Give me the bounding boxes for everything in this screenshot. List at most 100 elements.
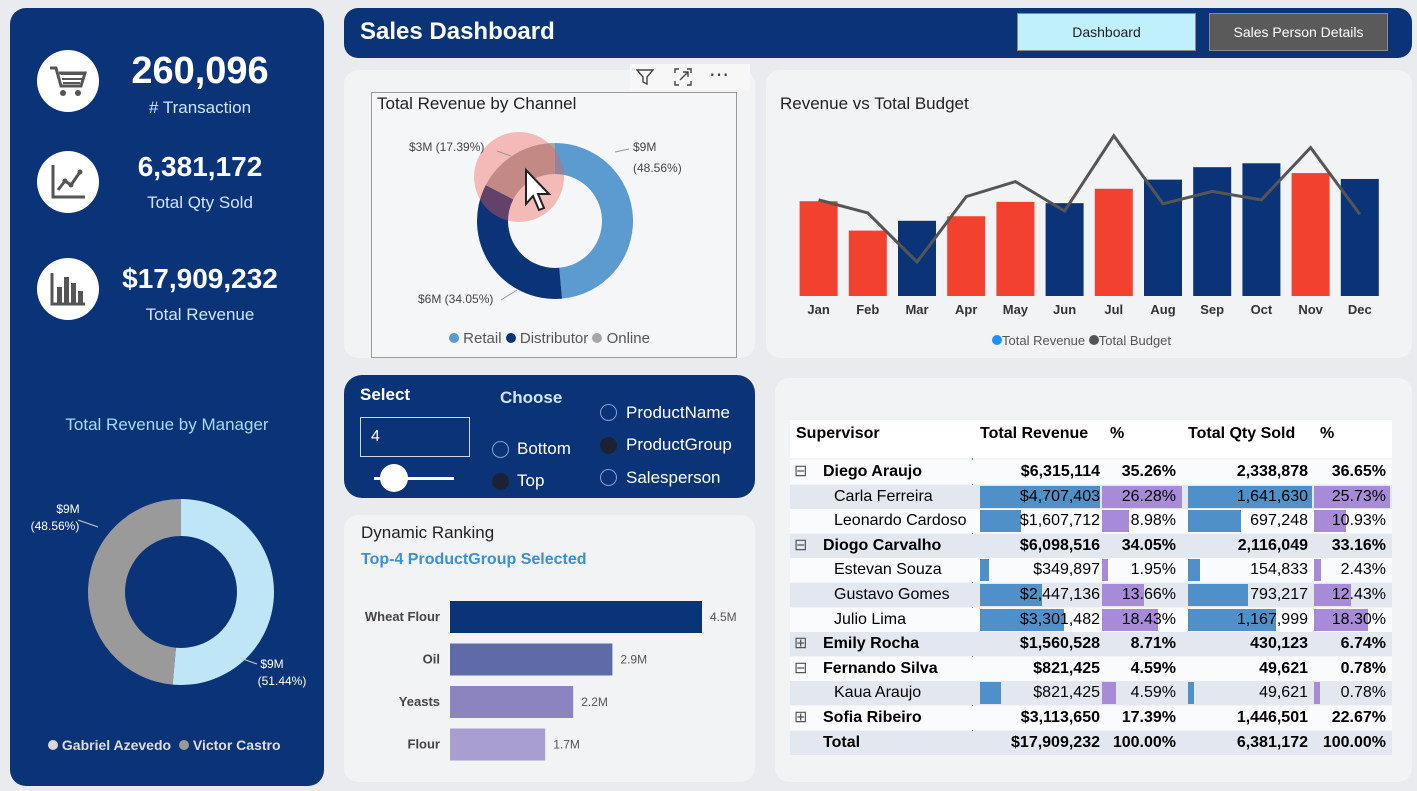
table-row-group[interactable]: ⊟ Diego Araujo $6,315,114 35.26% 2,338,878 36… [790, 460, 1392, 484]
total-revenue-cell: $1,560,528 [1019, 635, 1100, 653]
manager-slice-gabriel-azevedo[interactable] [172, 499, 274, 685]
revenue-bar-aug[interactable] [1144, 179, 1182, 296]
revenue-bar-jul[interactable] [1094, 188, 1133, 296]
header-qty-percent[interactable]: % [1320, 425, 1334, 443]
month-tick-label: Apr [955, 302, 977, 317]
total-qty-cell: 49,621 [1259, 684, 1308, 702]
revenue-bar-mar[interactable] [898, 220, 936, 296]
ranking-bar-oil[interactable] [450, 643, 613, 676]
ranking-category-label: Yeasts [399, 694, 440, 709]
ranking-bar-wheat-flour[interactable] [450, 601, 702, 633]
revenue-percent-cell: 26.28% [1121, 487, 1176, 505]
legend-item-total-budget[interactable]: Total Budget [1099, 333, 1171, 348]
collapse-icon[interactable]: ⊟ [794, 657, 807, 681]
expand-icon[interactable]: ⊞ [794, 632, 807, 656]
radio-productgroup[interactable] [600, 437, 617, 454]
expand-icon[interactable]: ⊞ [794, 706, 807, 730]
legend-item-online[interactable]: Online [607, 330, 650, 347]
option-productname[interactable]: ProductName [626, 403, 730, 423]
option-salesperson[interactable]: Salesperson [626, 468, 721, 488]
revenue-bar-feb[interactable] [848, 230, 887, 296]
manager-slice-victor-castro[interactable] [87, 499, 181, 685]
table-row[interactable]: Estevan Souza $349,897 1.95% 154,833 2.43% [790, 558, 1392, 583]
total-revenue-cell: $3,113,650 [1020, 709, 1100, 726]
table-row[interactable]: Julio Lima $3,301,482 18.43% 1,167,999 18.30… [790, 607, 1392, 632]
focus-mode-icon[interactable] [674, 68, 692, 86]
revenue-bar-nov[interactable] [1291, 173, 1330, 296]
radio-productname[interactable] [600, 404, 617, 421]
revenue-budget-chart: Jan Feb Mar Apr May Jun Jul Aug Sep Oct Nov Dec [799, 133, 1379, 317]
total-revenue-cell: $4,707,403 [1019, 487, 1100, 505]
ranking-bar-chart: Wheat Flour 4.5M Oil 2.9M Yeasts 2.2M Flour 1.7… [365, 601, 737, 761]
ranking-value-label: 4.5M [710, 610, 737, 624]
total-qty-cell: 697,248 [1250, 512, 1308, 530]
channel-slice-retail[interactable] [555, 143, 634, 299]
select-slider-thumb[interactable] [380, 464, 408, 492]
manager-label-gabriel-2: (51.44%) [258, 674, 307, 688]
legend-item-distributor[interactable]: Distributor [520, 330, 588, 347]
table-row[interactable]: Gustavo Gomes $2,447,136 13.66% 793,217 12.4… [790, 583, 1392, 607]
channel-label-retail-2: (48.56%) [633, 161, 682, 175]
nav-sales-person-button[interactable]: Sales Person Details [1209, 13, 1388, 51]
qty-percent-cell: 0.78% [1340, 659, 1386, 677]
select-value-input[interactable]: 4 [360, 417, 470, 457]
qty-percent-cell: 22.67% [1331, 709, 1386, 726]
collapse-icon[interactable]: ⊟ [794, 460, 807, 484]
option-productgroup[interactable]: ProductGroup [626, 435, 732, 455]
revenue-bar-jun[interactable] [1045, 203, 1084, 296]
filter-icon[interactable] [636, 68, 654, 86]
revenue-bar-apr[interactable] [947, 216, 986, 296]
data-bar [1314, 559, 1322, 582]
qty-percent-cell: 100.00% [1322, 733, 1386, 751]
header-total-revenue[interactable]: Total Revenue [980, 425, 1088, 443]
table-row-group[interactable]: Total $17,909,232 100.00% 6,381,172 100.00% [790, 730, 1392, 755]
table-row-group[interactable]: ⊟ Fernando Silva $821,425 4.59% 49,621 0.78% [790, 656, 1392, 681]
more-options-icon[interactable]: ⋯ [709, 62, 729, 87]
total-revenue-cell: $17,909,232 [1011, 733, 1100, 751]
table-row[interactable]: Kaua Araujo $821,425 4.59% 49,621 0.78% [790, 681, 1392, 706]
legend-item-victor[interactable]: Victor Castro [193, 737, 281, 753]
legend-item-gabriel[interactable]: Gabriel Azevedo [62, 737, 171, 753]
data-bar [1314, 682, 1320, 705]
legend-item-retail[interactable]: Retail [463, 330, 501, 347]
header-supervisor[interactable]: Supervisor [796, 425, 880, 443]
ranking-subtitle: Top-4 ProductGroup Selected [361, 551, 587, 568]
legend-swatch [48, 740, 58, 750]
revenue-bar-oct[interactable] [1242, 163, 1281, 296]
revenue-percent-cell: 1.95% [1130, 561, 1176, 579]
revenue-bar-sep[interactable] [1193, 167, 1232, 296]
supervisor-name: Carla Ferreira [834, 487, 933, 505]
table-row-group[interactable]: ⊞ Emily Rocha $1,560,528 8.71% 430,123 6.74% [790, 632, 1392, 657]
radio-bottom[interactable] [492, 441, 509, 458]
radio-top[interactable] [492, 473, 509, 490]
table-row-group[interactable]: ⊞ Sofia Ribeiro $3,113,650 17.39% 1,446,501 2… [790, 706, 1392, 730]
table-row[interactable]: Leonardo Cardoso $1,607,712 8.98% 697,248 10… [790, 509, 1392, 534]
header-total-qty[interactable]: Total Qty Sold [1188, 425, 1295, 443]
manager-donut-chart: $9M (48.56%) $9M (51.44%) [31, 499, 307, 688]
total-qty-cell: 1,641,630 [1236, 487, 1308, 505]
select-label: Select [360, 385, 411, 404]
revenue-bar-may[interactable] [996, 201, 1035, 296]
option-top[interactable]: Top [517, 471, 544, 491]
header-revenue-percent[interactable]: % [1110, 425, 1124, 443]
supervisor-name: Julio Lima [834, 610, 907, 628]
radio-salesperson[interactable] [600, 469, 617, 486]
cursor-highlight [474, 132, 564, 222]
channel-label-distributor: $6M (34.05%) [418, 292, 493, 306]
qty-percent-cell: 25.73% [1331, 487, 1386, 505]
revenue-bar-jan[interactable] [799, 201, 838, 296]
table-row-group[interactable]: ⊟ Diogo Carvalho $6,098,516 34.05% 2,116,049… [790, 533, 1392, 558]
ranking-bar-yeasts[interactable] [450, 686, 574, 718]
total-qty-cell: 430,123 [1250, 635, 1308, 653]
table-row[interactable]: Carla Ferreira $4,707,403 26.28% 1,641,630 2… [790, 484, 1392, 509]
ranking-bar-flour[interactable] [450, 728, 546, 761]
nav-dashboard-button[interactable]: Dashboard [1017, 13, 1196, 51]
manager-label-victor-2: (48.56%) [31, 519, 80, 533]
supervisor-name: Gustavo Gomes [834, 586, 950, 603]
collapse-icon[interactable]: ⊟ [794, 534, 807, 558]
legend-item-total-revenue[interactable]: Total Revenue [1002, 333, 1085, 348]
data-bar [1102, 682, 1116, 705]
option-bottom[interactable]: Bottom [517, 439, 571, 459]
revenue-percent-cell: 18.43% [1121, 610, 1176, 628]
revenue-percent-cell: 4.59% [1130, 684, 1176, 702]
